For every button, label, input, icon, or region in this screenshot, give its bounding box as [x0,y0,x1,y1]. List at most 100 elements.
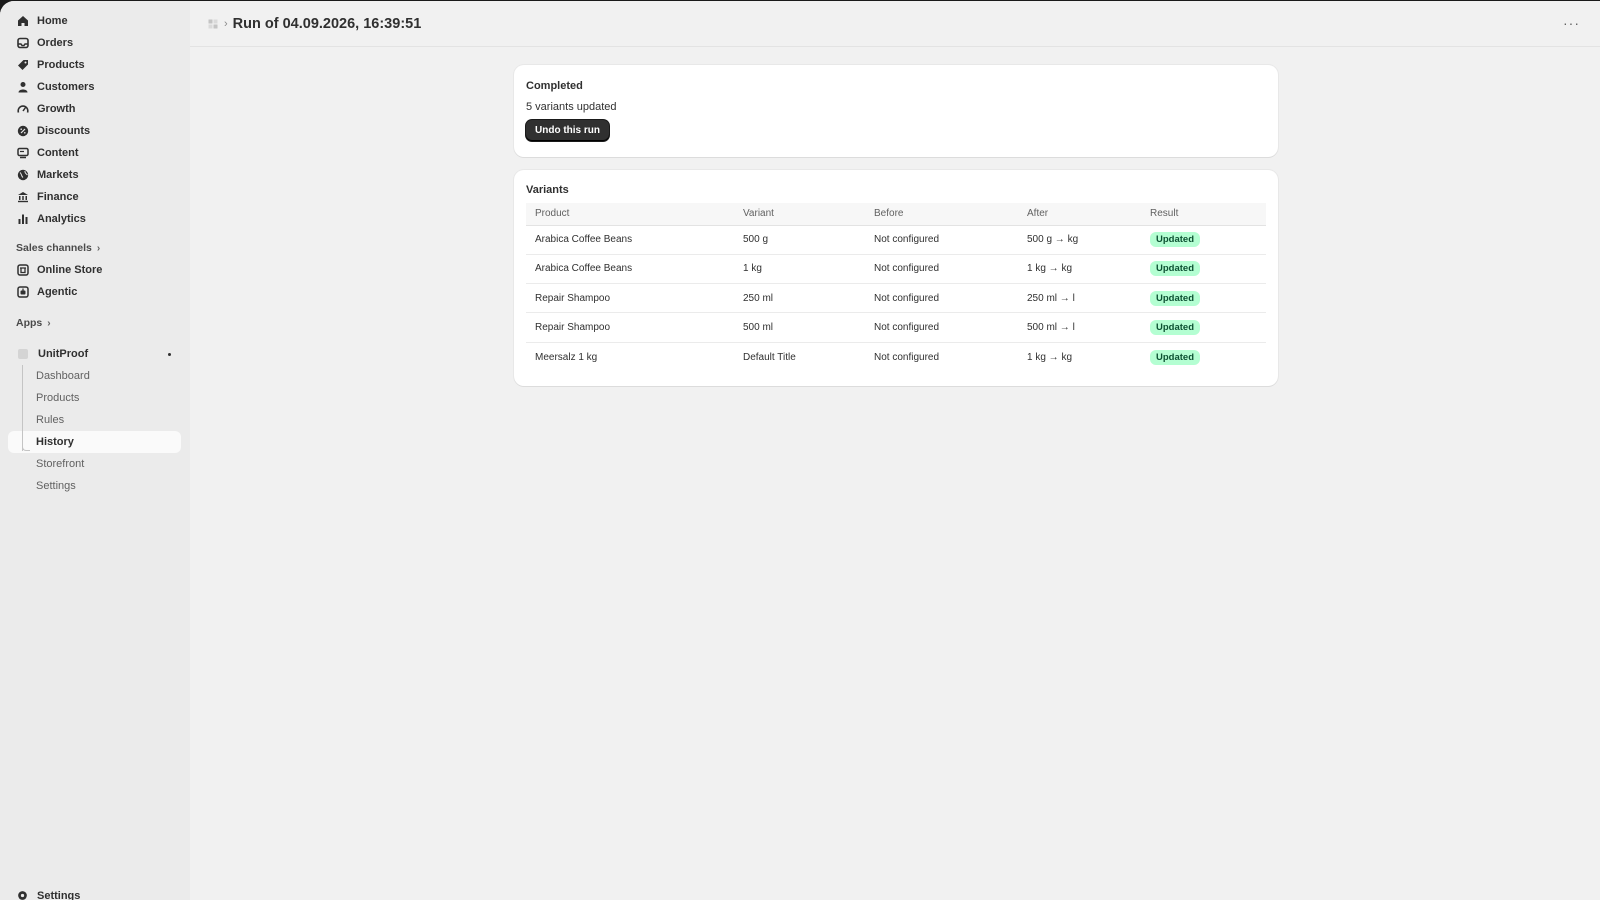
status-badge: Updated [1150,349,1200,365]
sidebar-item-orders[interactable]: Orders [0,32,190,54]
status-summary: 5 variants updated [526,101,617,113]
store-icon [16,264,29,277]
cell-product: Repair Shampoo [526,283,734,314]
table-row: Repair Shampoo 500 ml Not configured 500… [526,312,1266,343]
sales-channels-header[interactable]: Sales channels › [0,237,190,259]
sidebar-item-label: Analytics [37,213,86,225]
app-breadcrumb-icon[interactable] [208,19,218,29]
sidebar-item-label: Discounts [37,125,91,137]
tree-line [22,365,23,451]
table-row: Meersalz 1 kg Default Title Not configur… [526,342,1266,371]
app-name: UnitProof [38,348,89,360]
main-content: › Run of 04.09.2026, 16:39:51 ··· Comple… [190,1,1600,900]
tree-elbow [22,445,30,451]
sidebar-item-agentic[interactable]: Agentic [0,281,190,303]
status-badge: Updated [1150,290,1200,306]
sidebar-item-customers[interactable]: Customers [0,76,190,98]
sidebar-item-label: Markets [37,169,79,181]
cell-variant: 250 ml [734,283,865,314]
pin-dot-icon[interactable] [168,353,171,356]
chevron-right-icon: › [224,17,228,30]
run-status-card: Completed 5 variants updated Undo this r… [514,65,1278,157]
table-header-row: Product Variant Before After Result [526,203,1266,226]
status-badge: Updated [1150,320,1200,336]
column-header-after: After [1018,203,1141,226]
sidebar-item-finance[interactable]: Finance [0,186,190,208]
sidebar: Home Orders Products Customers Growth Di… [0,1,190,900]
sidebar-item-label: Orders [37,37,74,49]
undo-run-button[interactable]: Undo this run [526,120,609,141]
sidebar-item-home[interactable]: Home [0,10,190,32]
sidebar-item-label: Content [37,147,79,159]
table-row: Arabica Coffee Beans 1 kg Not configured… [526,254,1266,285]
sidebar-item-label: Online Store [37,264,103,276]
app-nav-products[interactable]: Products [0,387,190,409]
sales-channels-label: Sales channels [16,242,92,254]
app-nav-settings[interactable]: Settings [0,475,190,497]
cell-after: 1 kg → kg [1018,254,1141,285]
cell-before: Not configured [865,254,1018,285]
table-row: Repair Shampoo 250 ml Not configured 250… [526,283,1266,314]
sidebar-item-products[interactable]: Products [0,54,190,76]
cell-result: Updated [1141,342,1266,371]
sidebar-item-content[interactable]: Content [0,142,190,164]
cell-before: Not configured [865,312,1018,343]
gauge-icon [16,103,29,116]
sidebar-item-online-store[interactable]: Online Store [0,259,190,281]
cell-variant: Default Title [743,351,796,363]
app-nav-history[interactable]: History [8,431,181,453]
cell-after: 500 ml → l [1018,312,1141,343]
app-nav-label: History [36,436,74,448]
chevron-right-icon: › [47,317,51,329]
sidebar-item-label: Products [37,59,85,71]
variants-card: Variants Product Variant Before After Re… [514,170,1278,386]
column-header-before: Before [865,203,1018,226]
cell-result: Updated [1141,225,1266,255]
cell-before: Not configured [874,351,940,363]
cell-after: 1 kg → kg [1027,351,1073,363]
cell-product: Arabica Coffee Beans [526,254,734,285]
sidebar-item-analytics[interactable]: Analytics [0,208,190,230]
sidebar-item-label: Home [37,15,68,27]
cell-after: 250 ml → l [1018,283,1141,314]
inbox-icon [16,37,29,50]
sidebar-item-discounts[interactable]: Discounts [0,120,190,142]
home-icon [16,15,29,28]
apps-header[interactable]: Apps › [0,312,190,334]
cell-variant: 1 kg [734,254,865,285]
more-actions-button[interactable]: ··· [1563,15,1580,31]
cell-before: Not configured [865,283,1018,314]
bar-chart-icon [16,213,29,226]
chevron-right-icon: › [96,242,101,254]
admin-window: Home Orders Products Customers Growth Di… [0,1,1600,900]
cell-product: Repair Shampoo [526,312,734,343]
status-badge: Updated [1150,232,1200,248]
app-nav-label: Settings [36,480,76,492]
app-nav-label: Rules [36,414,65,426]
page-header: › Run of 04.09.2026, 16:39:51 ··· [190,1,1600,47]
status-title: Completed [526,80,583,92]
cell-product: Meersalz 1 kg [535,351,598,363]
app-nav-dashboard[interactable]: Dashboard [0,365,190,387]
agentic-icon [16,286,29,299]
sidebar-item-settings[interactable]: Settings [16,889,80,900]
cell-variant: 500 ml [734,312,865,343]
cell-result: Updated [1141,283,1266,314]
app-unitproof: UnitProof Dashboard Products Rules Histo… [0,343,190,497]
sidebar-item-label: Customers [37,81,95,93]
page-title: Run of 04.09.2026, 16:39:51 [232,15,422,32]
sidebar-item-growth[interactable]: Growth [0,98,190,120]
sidebar-item-label: Settings [37,889,81,900]
app-nav-rules[interactable]: Rules [0,409,190,431]
app-unitproof-header[interactable]: UnitProof [0,343,190,365]
column-header-result: Result [1141,203,1266,226]
sidebar-item-markets[interactable]: Markets [0,164,190,186]
column-header-product: Product [526,203,734,226]
app-nav-label: Storefront [36,458,85,470]
app-nav-storefront[interactable]: Storefront [0,453,190,475]
variants-title: Variants [526,184,569,196]
content-icon [16,147,29,160]
discount-icon [16,125,29,138]
tag-icon [16,59,29,72]
cell-variant: 500 g [734,225,865,255]
